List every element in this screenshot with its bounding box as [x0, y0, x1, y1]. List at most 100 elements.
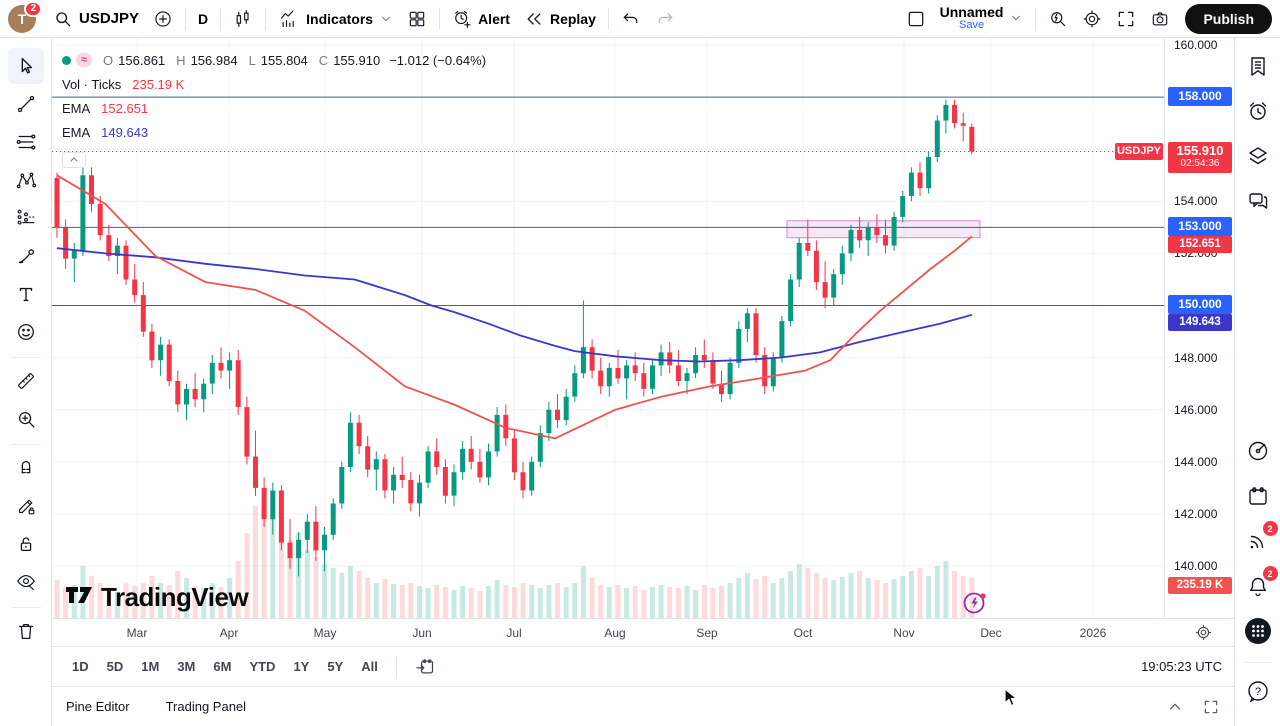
settings-button[interactable] — [1075, 5, 1109, 33]
trend-line-tool-button[interactable] — [8, 86, 44, 122]
compare-add-button[interactable] — [146, 5, 180, 33]
low-value: 155.804 — [261, 53, 308, 68]
notifications-button[interactable]: 2 — [1240, 568, 1276, 604]
eye-hide-icon — [15, 571, 37, 593]
bottom-panel-bar: Pine Editor Trading Panel — [52, 686, 1234, 726]
panel-expand-button[interactable] — [1166, 698, 1184, 716]
streams-button[interactable]: 2 — [1240, 523, 1276, 559]
screenshot-button[interactable] — [1143, 5, 1177, 33]
price-axis[interactable]: 160.000154.000152.000148.000146.000144.0… — [1164, 38, 1234, 618]
range-ytd-button[interactable]: YTD — [241, 654, 283, 679]
redo-button[interactable] — [648, 5, 682, 33]
range-all-button[interactable]: All — [353, 654, 386, 679]
layout-name-button[interactable]: Unnamed Save — [933, 1, 1031, 35]
candle-body — [80, 175, 85, 251]
range-6m-button[interactable]: 6M — [205, 654, 239, 679]
candle-body — [918, 173, 923, 189]
undo-icon — [621, 9, 641, 29]
time-axis[interactable]: MarAprMayJunJulAugSepOctNovDec2026 — [52, 618, 1234, 646]
volume-bar — [633, 586, 638, 618]
range-1m-button[interactable]: 1M — [133, 654, 167, 679]
alerts-panel-button[interactable] — [1240, 93, 1276, 129]
text-tool-button[interactable] — [8, 276, 44, 312]
range-1y-button[interactable]: 1Y — [285, 654, 317, 679]
goto-date-button[interactable] — [407, 652, 443, 682]
replay-button[interactable]: Replay — [517, 5, 603, 33]
ema-slow-legend-row[interactable]: EMA 149.643 — [62, 120, 486, 144]
low-label: L — [249, 53, 256, 68]
candle-body — [63, 227, 68, 258]
screener-button[interactable] — [1240, 433, 1276, 469]
apps-grid-icon — [1244, 617, 1272, 645]
object-tree-button[interactable] — [1240, 138, 1276, 174]
watchlist-button[interactable] — [1240, 48, 1276, 84]
candle-body — [779, 321, 784, 358]
fib-retracement-tool-button[interactable] — [8, 124, 44, 160]
volume-bar — [943, 561, 948, 618]
interval-button[interactable]: D — [191, 7, 215, 31]
range-5y-button[interactable]: 5Y — [319, 654, 351, 679]
symbol-search-button[interactable]: USDJPY — [46, 5, 146, 33]
session-clock[interactable]: 19:05:23 UTC — [1141, 659, 1222, 674]
indicators-button[interactable]: Indicators — [271, 5, 400, 33]
candle-body — [89, 175, 94, 204]
supply-zone-box[interactable] — [787, 221, 980, 238]
axis-settings-gear-icon[interactable] — [1195, 624, 1212, 641]
measure-tool-button[interactable] — [8, 363, 44, 399]
volume-legend-row[interactable]: Vol · Ticks 235.19 K — [62, 72, 486, 96]
help-button[interactable]: ? — [1240, 673, 1276, 709]
magnet-icon — [15, 457, 37, 479]
range-1d-button[interactable]: 1D — [64, 654, 97, 679]
chat-button[interactable] — [1240, 183, 1276, 219]
ema-fast-legend-row[interactable]: EMA 152.651 — [62, 96, 486, 120]
volume-bar — [754, 579, 759, 618]
candle-body — [823, 282, 828, 298]
volume-bar — [417, 586, 422, 618]
candle-body — [805, 243, 810, 251]
symbol-legend-row[interactable]: ≈ O156.861 H156.984 L155.804 C155.910 −1… — [62, 48, 486, 72]
magnet-mode-button[interactable] — [8, 450, 44, 486]
candle-body — [486, 451, 491, 477]
time-axis-label: Sep — [696, 626, 717, 640]
volume-bar — [564, 587, 569, 618]
volume-bar — [598, 585, 603, 618]
quick-search-button[interactable] — [1041, 5, 1075, 33]
forecast-tool-button[interactable] — [8, 200, 44, 236]
emoji-tool-button[interactable] — [8, 314, 44, 350]
volume-bar — [521, 583, 526, 618]
layout-box-button[interactable] — [899, 5, 933, 33]
candle-body — [305, 522, 310, 540]
candle-body — [167, 345, 172, 382]
calendar-button[interactable] — [1240, 478, 1276, 514]
symbol-name: USDJPY — [79, 10, 139, 27]
remove-drawings-button[interactable] — [8, 613, 44, 649]
candle-body — [98, 204, 103, 235]
price-tick: 148.000 — [1174, 351, 1217, 365]
hide-drawings-button[interactable] — [8, 564, 44, 600]
emoji-icon — [15, 321, 37, 343]
chart-type-button[interactable] — [226, 5, 260, 33]
apps-menu-button[interactable] — [1240, 613, 1276, 649]
volume-bar — [581, 566, 586, 618]
open-value: 156.861 — [118, 53, 165, 68]
user-avatar[interactable]: T 2 — [8, 5, 36, 33]
undo-button[interactable] — [614, 5, 648, 33]
brush-tool-button[interactable] — [8, 238, 44, 274]
pattern-xabcd-tool-button[interactable] — [8, 162, 44, 198]
legend-collapse-button[interactable] — [62, 152, 86, 168]
panel-maximize-button[interactable] — [1202, 698, 1220, 716]
event-marker[interactable] — [962, 590, 988, 616]
candle-body — [158, 345, 163, 361]
tab-trading-panel[interactable]: Trading Panel — [166, 699, 246, 714]
tab-pine-editor[interactable]: Pine Editor — [66, 699, 130, 714]
drawing-mode-button[interactable] — [8, 488, 44, 524]
publish-button[interactable]: Publish — [1185, 4, 1272, 34]
fullscreen-button[interactable] — [1109, 5, 1143, 33]
range-3m-button[interactable]: 3M — [169, 654, 203, 679]
zoom-in-tool-button[interactable] — [8, 401, 44, 437]
layout-templates-button[interactable] — [400, 5, 434, 33]
lock-drawings-button[interactable] — [8, 526, 44, 562]
range-5d-button[interactable]: 5D — [99, 654, 132, 679]
alert-button[interactable]: Alert — [445, 5, 517, 33]
cursor-tool-button[interactable] — [8, 48, 44, 84]
